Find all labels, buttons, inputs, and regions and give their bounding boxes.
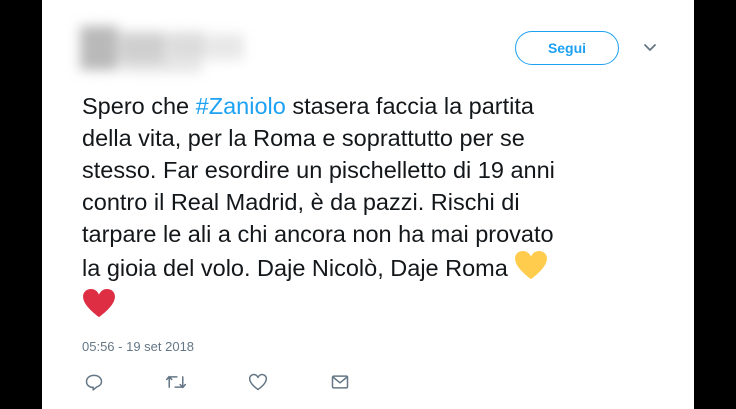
retweet-icon[interactable] [164, 370, 188, 394]
tweet-line [82, 288, 682, 326]
tweet-actions [82, 370, 382, 394]
tweet-timestamp[interactable]: 05:56 - 19 set 2018 [82, 339, 194, 354]
tweet-line: contro il Real Madrid, è da pazzi. Risch… [82, 189, 520, 215]
message-icon[interactable] [328, 370, 352, 394]
yellow-heart-icon [514, 250, 548, 288]
tweet-line: la gioia del volo. Daje Nicolò, Daje Rom… [82, 250, 682, 288]
tweet-text: Spero che #Zaniolo stasera faccia la par… [82, 90, 682, 326]
reply-icon[interactable] [82, 370, 106, 394]
chevron-down-icon[interactable] [640, 38, 660, 58]
tweet-line: Spero che #Zaniolo stasera faccia la par… [82, 93, 534, 119]
like-icon[interactable] [246, 370, 270, 394]
red-heart-icon [82, 288, 116, 326]
blurred-author-info [76, 18, 246, 74]
tweet-line: della vita, per la Roma e soprattutto pe… [82, 125, 525, 151]
tweet-line: tarpare le ali a chi ancora non ha mai p… [82, 221, 554, 247]
follow-button[interactable]: Segui [515, 31, 619, 65]
tweet-card: Segui Spero che #Zaniolo stasera faccia … [42, 0, 694, 409]
tweet-line: stesso. Far esordire un pischelletto di … [82, 157, 555, 183]
hashtag-link[interactable]: #Zaniolo [196, 93, 286, 119]
